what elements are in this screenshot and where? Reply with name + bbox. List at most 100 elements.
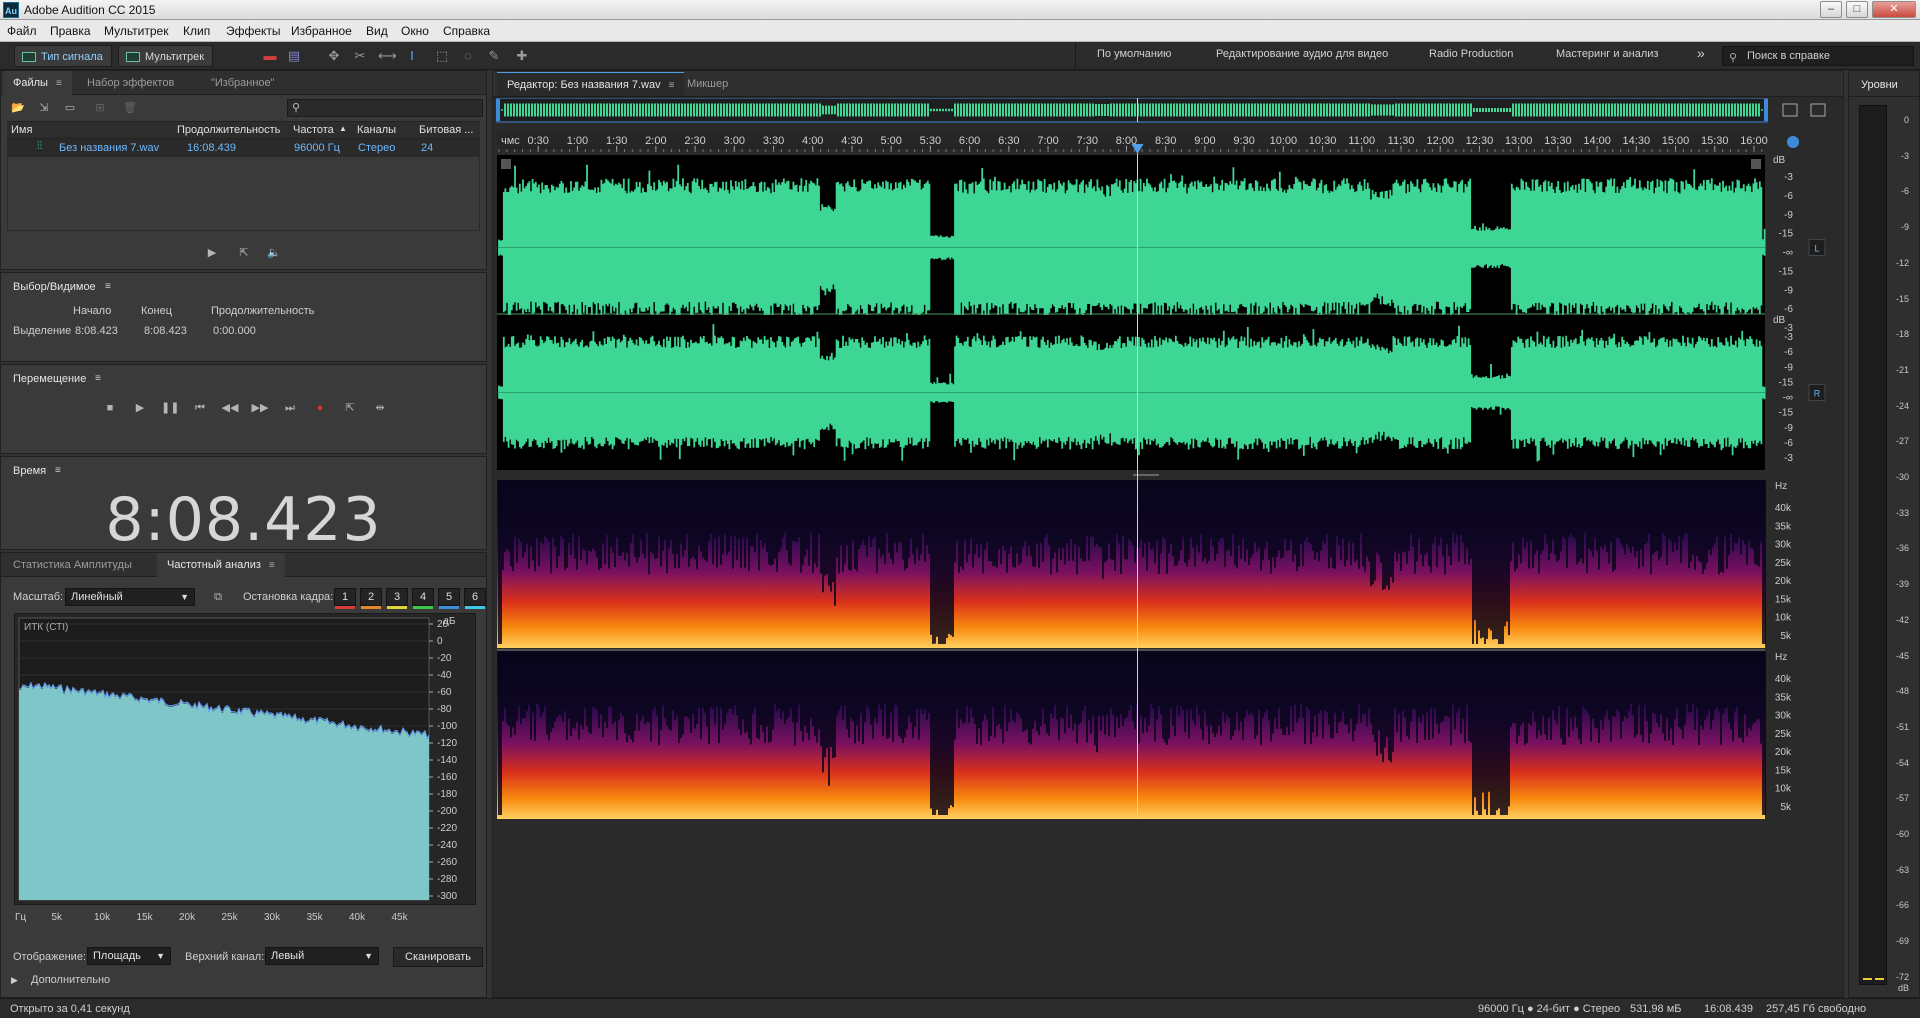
waveform-editor-canvas[interactable]: чмс 0:30 1:00 1:30 2:00 2:30 3:00 3:30 4:00 4:30 5… bbox=[493, 98, 1843, 998]
tab-favorites[interactable]: "Избранное" bbox=[201, 71, 285, 95]
tab-files[interactable]: Файлы ≡ bbox=[3, 71, 72, 95]
skip-silence-icon[interactable]: ⇹ bbox=[371, 400, 389, 416]
close-button[interactable]: ✕ bbox=[1872, 1, 1916, 18]
scan-button[interactable]: Сканировать bbox=[393, 947, 483, 967]
move-tool-icon[interactable]: ✥ bbox=[326, 48, 342, 64]
time-ruler-label: 3:00 bbox=[724, 135, 745, 147]
menu-file[interactable]: Файл bbox=[7, 24, 37, 38]
brush-tool-icon[interactable]: ✎ bbox=[486, 48, 502, 64]
go-to-start-icon[interactable]: ⏮ bbox=[191, 400, 209, 416]
window-title: Adobe Audition CC 2015 bbox=[24, 3, 156, 17]
panel-menu-icon[interactable]: ≡ bbox=[95, 373, 101, 384]
panel-menu-icon[interactable]: ≡ bbox=[269, 554, 275, 578]
menu-effects[interactable]: Эффекты bbox=[226, 24, 281, 38]
spot-healing-tool-icon[interactable]: ✚ bbox=[514, 48, 530, 64]
col-duration[interactable]: Продолжительность bbox=[177, 124, 280, 136]
panel-menu-icon[interactable]: ≡ bbox=[105, 281, 111, 292]
advanced-toggle[interactable]: Дополнительно bbox=[31, 974, 110, 986]
menu-multitrack[interactable]: Мультитрек bbox=[104, 24, 168, 38]
freeze-frame-button[interactable]: 1 bbox=[334, 588, 356, 609]
spectrogram-hz-unit: Hz bbox=[1775, 481, 1787, 492]
razor-tool-icon[interactable]: ✂ bbox=[352, 48, 368, 64]
col-end-label: Конец bbox=[141, 305, 173, 317]
freeze-frame-button[interactable]: 4 bbox=[412, 588, 434, 609]
slip-tool-icon[interactable]: ⟷ bbox=[378, 48, 397, 64]
timecode-settings-icon bbox=[1787, 136, 1799, 148]
marquee-tool-icon[interactable]: ⬚ bbox=[434, 48, 450, 64]
pause-icon[interactable]: ❚❚ bbox=[161, 400, 179, 416]
spectrum-freq-tick-label: 15k bbox=[136, 912, 153, 923]
tab-amplitude-statistics[interactable]: Статистика Амплитуды bbox=[3, 553, 142, 577]
record-icon[interactable]: ● bbox=[311, 400, 329, 416]
files-panel-header: Файлы ≡ Набор эффектов "Избранное" bbox=[1, 71, 486, 95]
col-name[interactable]: Имя bbox=[11, 124, 32, 136]
help-search-input[interactable]: ⚲ Поиск в справке bbox=[1722, 46, 1914, 66]
files-search-input[interactable]: ⚲ bbox=[287, 99, 483, 117]
scale-dropdown[interactable]: Линейный ▼ bbox=[65, 588, 195, 606]
selection-end-value[interactable]: 8:08.423 bbox=[144, 325, 187, 337]
col-bit-depth[interactable]: Битовая ... bbox=[419, 124, 473, 136]
level-meter-left-bar bbox=[1863, 978, 1872, 980]
menu-favorites[interactable]: Избранное bbox=[291, 24, 352, 38]
preview-play-icon[interactable]: ▶ bbox=[203, 245, 221, 261]
insert-multitrack-icon[interactable]: ⊞ bbox=[91, 100, 109, 116]
open-file-icon[interactable]: 📂 bbox=[9, 100, 27, 116]
preview-export-icon[interactable]: ⇱ bbox=[235, 245, 253, 261]
top-channel-dropdown-value: Левый bbox=[271, 950, 305, 962]
time-selection-tool-icon[interactable]: I bbox=[404, 48, 420, 64]
stop-icon[interactable]: ■ bbox=[101, 400, 119, 416]
panel-menu-icon[interactable]: ≡ bbox=[669, 74, 675, 98]
copy-graph-icon[interactable]: ⧉ bbox=[209, 589, 227, 605]
play-icon[interactable]: ▶ bbox=[131, 400, 149, 416]
maximize-button[interactable]: □ bbox=[1846, 1, 1868, 18]
panel-menu-icon[interactable]: ≡ bbox=[56, 72, 62, 96]
overview-waveform bbox=[498, 103, 1766, 117]
fast-forward-icon[interactable]: ▶▶ bbox=[251, 400, 269, 416]
workspaces-more-button[interactable]: » bbox=[1697, 45, 1705, 61]
expand-triangle-icon[interactable]: ▶ bbox=[11, 975, 18, 986]
freeze-frame-button[interactable]: 2 bbox=[360, 588, 382, 609]
tab-editor[interactable]: Редактор: Без названия 7.wav ≡ bbox=[497, 72, 685, 98]
freeze-frame-button[interactable]: 3 bbox=[386, 588, 408, 609]
rewind-icon[interactable]: ◀◀ bbox=[221, 400, 239, 416]
workspace-default[interactable]: По умолчанию bbox=[1097, 48, 1171, 60]
spectrum-freq-tick-label: 5k bbox=[51, 912, 63, 923]
selection-start-value[interactable]: 8:08.423 bbox=[75, 325, 118, 337]
col-rate[interactable]: Частота bbox=[293, 124, 334, 136]
table-row[interactable]: ⫶⫶ Без названия 7.wav 16:08.439 96000 Гц… bbox=[7, 139, 480, 157]
delete-file-icon[interactable]: 🗑 bbox=[121, 100, 139, 116]
spectral-view-icon[interactable]: ▤ bbox=[286, 48, 302, 64]
waveform-mode-button[interactable]: Тип сигнала bbox=[14, 45, 112, 67]
import-file-icon[interactable]: ⇲ bbox=[35, 100, 53, 116]
tab-files-label: Файлы bbox=[13, 77, 48, 89]
display-dropdown[interactable]: Площадь ▼ bbox=[87, 947, 171, 965]
col-channels[interactable]: Каналы bbox=[357, 124, 396, 136]
multitrack-mode-button[interactable]: Мультитрек bbox=[118, 45, 214, 67]
top-channel-dropdown[interactable]: Левый ▼ bbox=[265, 947, 379, 965]
autoplay-speaker-icon[interactable]: 🔈 bbox=[265, 245, 283, 261]
freeze-frame-color-bar bbox=[387, 606, 407, 609]
menu-edit[interactable]: Правка bbox=[50, 24, 91, 38]
menu-view[interactable]: Вид bbox=[366, 24, 388, 38]
lasso-tool-icon[interactable]: ◌ bbox=[460, 48, 476, 64]
menu-window[interactable]: Окно bbox=[401, 24, 429, 38]
go-to-end-icon[interactable]: ⏭ bbox=[281, 400, 299, 416]
new-file-icon[interactable]: ▭ bbox=[61, 100, 79, 116]
panel-menu-icon[interactable]: ≡ bbox=[55, 465, 61, 476]
selection-duration-value[interactable]: 0:00.000 bbox=[213, 325, 256, 337]
menu-bar: Файл Правка Мультитрек Клип Эффекты Избр… bbox=[0, 20, 1920, 42]
menu-help[interactable]: Справка bbox=[443, 24, 490, 38]
loop-playback-icon[interactable]: ⇱ bbox=[341, 400, 359, 416]
tab-frequency-analysis[interactable]: Частотный анализ ≡ bbox=[157, 553, 285, 577]
menu-clip[interactable]: Клип bbox=[183, 24, 210, 38]
tab-mixer[interactable]: Микшер bbox=[677, 72, 738, 96]
freeze-frame-button[interactable]: 6 bbox=[464, 588, 486, 609]
workspace-audio-for-video[interactable]: Редактирование аудио для видео bbox=[1216, 48, 1388, 60]
workspace-mastering[interactable]: Мастеринг и анализ bbox=[1556, 48, 1658, 60]
time-display[interactable]: 8:08.423 bbox=[1, 485, 486, 555]
tab-effects-rack[interactable]: Набор эффектов bbox=[77, 71, 184, 95]
waveform-view-icon[interactable]: ▬ bbox=[262, 48, 278, 64]
freeze-frame-button[interactable]: 5 bbox=[438, 588, 460, 609]
workspace-radio-production[interactable]: Radio Production bbox=[1429, 48, 1513, 60]
minimize-button[interactable]: – bbox=[1820, 1, 1842, 18]
